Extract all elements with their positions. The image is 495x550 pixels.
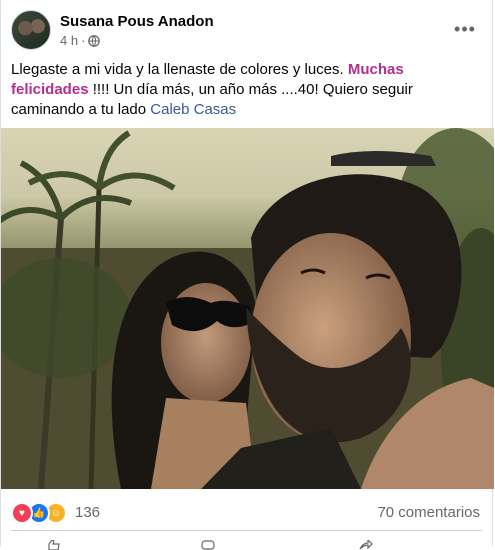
globe-icon[interactable]	[88, 34, 101, 47]
love-icon: ♥	[11, 502, 33, 524]
post-text: Llegaste a mi vida y la llenaste de colo…	[11, 60, 481, 120]
post-time[interactable]: 4 h	[60, 33, 78, 48]
post-footer: ♥ 👍 ☺ 136 70 comentarios	[11, 498, 480, 526]
more-options-button[interactable]: •••	[452, 16, 478, 42]
share-action-icon[interactable]	[359, 540, 373, 550]
footer-divider	[11, 530, 482, 531]
avatar[interactable]	[11, 10, 51, 50]
meta-separator: ·	[81, 33, 86, 48]
post-text-part1: Llegaste a mi vida y la llenaste de colo…	[11, 61, 348, 78]
reactions-summary[interactable]: ♥ 👍 ☺	[11, 502, 67, 524]
comment-action-icon[interactable]	[201, 540, 215, 550]
post-photo[interactable]	[1, 128, 494, 489]
action-bar	[1, 536, 492, 550]
reaction-count[interactable]: 136	[75, 504, 100, 521]
like-action-icon[interactable]	[46, 540, 60, 550]
post-meta: 4 h ·	[60, 33, 101, 48]
author-name[interactable]: Susana Pous Anadon	[60, 13, 214, 30]
mention-link[interactable]: Caleb Casas	[150, 101, 236, 118]
post-header: Susana Pous Anadon 4 h · •••	[11, 10, 482, 50]
comments-count-link[interactable]: 70 comentarios	[377, 504, 480, 521]
post-card: Susana Pous Anadon 4 h · ••• Llegaste a …	[0, 0, 494, 550]
